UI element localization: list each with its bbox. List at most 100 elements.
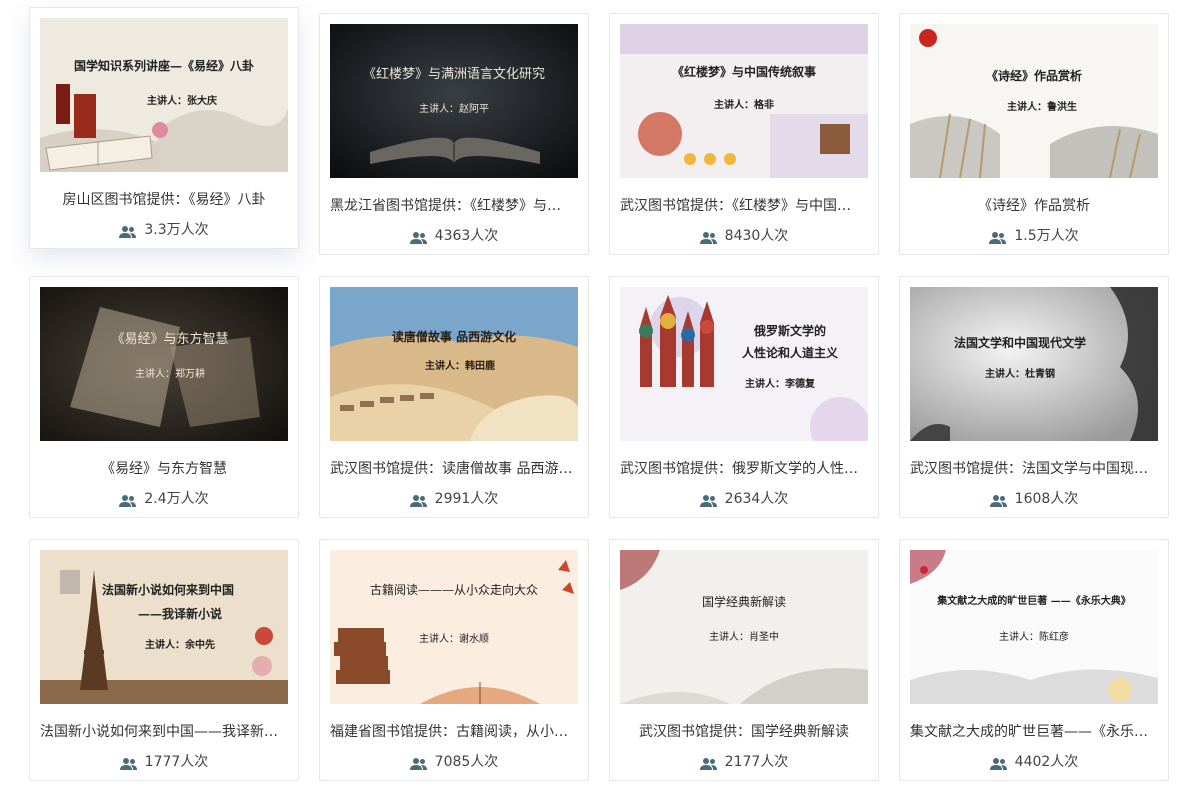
- people-icon: [119, 756, 137, 770]
- thumbnail-speaker: 主讲人：张大庆: [147, 94, 217, 107]
- people-icon: [989, 756, 1007, 770]
- thumbnail-speaker: 主讲人：赵阿平: [419, 102, 489, 115]
- lecture-thumbnail[interactable]: 国学知识系列讲座—《易经》八卦 主讲人：张大庆: [40, 18, 288, 172]
- lecture-card[interactable]: 法国新小说如何来到中国 ——我译新小说 主讲人：余中先 法国新小说如何来到中国—…: [29, 539, 299, 781]
- lecture-card[interactable]: 古籍阅读———从小众走向大众 主讲人：谢水顺 福建省图书馆提供：古籍阅读，从小……: [319, 539, 589, 781]
- view-count-text: 2634人次: [724, 491, 789, 507]
- lecture-card[interactable]: 国学经典新解读 主讲人：肖圣中 武汉图书馆提供：国学经典新解读 2177人次: [609, 539, 879, 781]
- view-count: 1777人次: [30, 752, 298, 772]
- lecture-thumbnail[interactable]: 国学经典新解读 主讲人：肖圣中: [620, 550, 868, 704]
- thumbnail-image: 《红楼梦》与中国传统叙事 主讲人：格非: [620, 24, 868, 178]
- people-icon: [699, 230, 717, 244]
- thumbnail-speaker: 主讲人：杜青钢: [985, 367, 1055, 380]
- view-count-text: 4363人次: [434, 228, 499, 244]
- lecture-thumbnail[interactable]: 《易经》与东方智慧 主讲人：郑万耕: [40, 287, 288, 441]
- lecture-title[interactable]: 武汉图书馆提供：《红楼梦》与中国…: [620, 196, 868, 216]
- thumbnail-title: 《易经》与东方智慧: [111, 331, 228, 347]
- lecture-title[interactable]: 武汉图书馆提供：读唐僧故事 品西游…: [330, 459, 578, 479]
- lecture-card[interactable]: 读唐僧故事 品西游文化 主讲人：韩田鹿 武汉图书馆提供：读唐僧故事 品西游… 2…: [319, 276, 589, 518]
- thumbnail-title: 国学经典新解读: [702, 594, 786, 609]
- thumbnail-title-2: ——我译新小说: [138, 606, 222, 621]
- lecture-thumbnail[interactable]: 俄罗斯文学的 人性论和人道主义 主讲人：李德复: [620, 287, 868, 441]
- thumbnail-title: 法国新小说如何来到中国: [102, 582, 234, 597]
- thumbnail-speaker: 主讲人：谢水顺: [419, 632, 489, 645]
- lecture-title[interactable]: 法国新小说如何来到中国——我译新…: [40, 722, 288, 742]
- lecture-card[interactable]: 《易经》与东方智慧 主讲人：郑万耕 《易经》与东方智慧 2.4万人次: [29, 276, 299, 518]
- thumbnail-title: 法国文学和中国现代文学: [954, 335, 1086, 350]
- view-count-text: 4402人次: [1014, 754, 1079, 770]
- thumbnail-title: 《红楼梦》与中国传统叙事: [672, 64, 816, 79]
- view-count: 4402人次: [900, 752, 1168, 772]
- lecture-thumbnail[interactable]: 古籍阅读———从小众走向大众 主讲人：谢水顺: [330, 550, 578, 704]
- thumbnail-image: 集文献之大成的旷世巨著 ——《永乐大典》 主讲人：陈红彦: [910, 550, 1158, 704]
- thumbnail-speaker: 主讲人：肖圣中: [709, 630, 779, 643]
- thumbnail-image: 俄罗斯文学的 人性论和人道主义 主讲人：李德复: [620, 287, 868, 441]
- people-icon: [699, 493, 717, 507]
- lecture-title[interactable]: 黑龙江省图书馆提供：《红楼梦》与…: [330, 196, 578, 216]
- thumbnail-image: 法国新小说如何来到中国 ——我译新小说 主讲人：余中先: [40, 550, 288, 704]
- view-count-text: 2177人次: [724, 754, 789, 770]
- lecture-card[interactable]: 《诗经》作品赏析 主讲人：鲁洪生 《诗经》作品赏析 1.5万人次: [899, 13, 1169, 255]
- lecture-title[interactable]: 武汉图书馆提供：法国文学与中国现…: [910, 459, 1158, 479]
- thumbnail-title: 集文献之大成的旷世巨著 ——《永乐大典》: [936, 594, 1130, 607]
- view-count-text: 1.5万人次: [1014, 228, 1079, 244]
- view-count: 7085人次: [320, 752, 588, 772]
- view-count-text: 2991人次: [434, 491, 499, 507]
- view-count-text: 1777人次: [144, 754, 209, 770]
- people-icon: [409, 493, 427, 507]
- view-count: 1.5万人次: [900, 226, 1168, 246]
- lecture-title[interactable]: 集文献之大成的旷世巨著——《永乐…: [910, 722, 1158, 742]
- lecture-title[interactable]: 房山区图书馆提供：《易经》八卦: [40, 190, 288, 210]
- lecture-card[interactable]: 俄罗斯文学的 人性论和人道主义 主讲人：李德复 武汉图书馆提供：俄罗斯文学的人性…: [609, 276, 879, 518]
- thumbnail-speaker: 主讲人：格非: [714, 98, 774, 111]
- view-count: 2177人次: [610, 752, 878, 772]
- lecture-title[interactable]: 武汉图书馆提供：国学经典新解读: [620, 722, 868, 742]
- thumbnail-title: 《诗经》作品赏析: [986, 68, 1082, 83]
- view-count: 2634人次: [610, 489, 878, 509]
- people-icon: [989, 493, 1007, 507]
- thumbnail-speaker: 主讲人：陈红彦: [999, 630, 1069, 643]
- lecture-thumbnail[interactable]: 《红楼梦》与中国传统叙事 主讲人：格非: [620, 24, 868, 178]
- lecture-thumbnail[interactable]: 法国新小说如何来到中国 ——我译新小说 主讲人：余中先: [40, 550, 288, 704]
- view-count-text: 2.4万人次: [144, 491, 209, 507]
- lecture-grid: 国学知识系列讲座—《易经》八卦 主讲人：张大庆 房山区图书馆提供：《易经》八卦 …: [0, 0, 1197, 797]
- thumbnail-speaker: 主讲人：余中先: [145, 638, 215, 651]
- lecture-title[interactable]: 《诗经》作品赏析: [910, 196, 1158, 216]
- lecture-title[interactable]: 福建省图书馆提供：古籍阅读，从小…: [330, 722, 578, 742]
- thumbnail-speaker: 主讲人：郑万耕: [135, 367, 205, 380]
- lecture-thumbnail[interactable]: 集文献之大成的旷世巨著 ——《永乐大典》 主讲人：陈红彦: [910, 550, 1158, 704]
- view-count-text: 8430人次: [724, 228, 789, 244]
- view-count: 3.3万人次: [30, 220, 298, 240]
- lecture-thumbnail[interactable]: 《红楼梦》与满洲语言文化研究 主讲人：赵阿平: [330, 24, 578, 178]
- view-count-text: 3.3万人次: [144, 222, 209, 238]
- view-count: 4363人次: [320, 226, 588, 246]
- people-icon: [699, 756, 717, 770]
- thumbnail-image: 《诗经》作品赏析 主讲人：鲁洪生: [910, 24, 1158, 178]
- lecture-thumbnail[interactable]: 《诗经》作品赏析 主讲人：鲁洪生: [910, 24, 1158, 178]
- people-icon: [119, 493, 137, 507]
- thumbnail-speaker: 主讲人：鲁洪生: [1007, 100, 1077, 113]
- thumbnail-image: 国学知识系列讲座—《易经》八卦 主讲人：张大庆: [40, 18, 288, 172]
- lecture-card[interactable]: 法国文学和中国现代文学 主讲人：杜青钢 武汉图书馆提供：法国文学与中国现… 16…: [899, 276, 1169, 518]
- lecture-thumbnail[interactable]: 读唐僧故事 品西游文化 主讲人：韩田鹿: [330, 287, 578, 441]
- thumbnail-image: 国学经典新解读 主讲人：肖圣中: [620, 550, 868, 704]
- people-icon: [409, 756, 427, 770]
- lecture-card[interactable]: 《红楼梦》与满洲语言文化研究 主讲人：赵阿平 黑龙江省图书馆提供：《红楼梦》与……: [319, 13, 589, 255]
- view-count-text: 1608人次: [1014, 491, 1079, 507]
- lecture-card[interactable]: 集文献之大成的旷世巨著 ——《永乐大典》 主讲人：陈红彦 集文献之大成的旷世巨著…: [899, 539, 1169, 781]
- thumbnail-image: 法国文学和中国现代文学 主讲人：杜青钢: [910, 287, 1158, 441]
- people-icon: [989, 230, 1007, 244]
- lecture-card[interactable]: 《红楼梦》与中国传统叙事 主讲人：格非 武汉图书馆提供：《红楼梦》与中国… 84…: [609, 13, 879, 255]
- thumbnail-title: 读唐僧故事 品西游文化: [392, 329, 516, 344]
- lecture-card[interactable]: 国学知识系列讲座—《易经》八卦 主讲人：张大庆 房山区图书馆提供：《易经》八卦 …: [29, 7, 299, 249]
- thumbnail-title: 古籍阅读———从小众走向大众: [370, 582, 538, 597]
- view-count: 8430人次: [610, 226, 878, 246]
- view-count: 1608人次: [900, 489, 1168, 509]
- lecture-title[interactable]: 《易经》与东方智慧: [40, 459, 288, 479]
- thumbnail-title: 俄罗斯文学的: [753, 323, 826, 338]
- lecture-title[interactable]: 武汉图书馆提供：俄罗斯文学的人性…: [620, 459, 868, 479]
- thumbnail-title: 国学知识系列讲座—《易经》八卦: [74, 58, 254, 73]
- thumbnail-title-2: 人性论和人道主义: [742, 345, 839, 360]
- view-count: 2991人次: [320, 489, 588, 509]
- lecture-thumbnail[interactable]: 法国文学和中国现代文学 主讲人：杜青钢: [910, 287, 1158, 441]
